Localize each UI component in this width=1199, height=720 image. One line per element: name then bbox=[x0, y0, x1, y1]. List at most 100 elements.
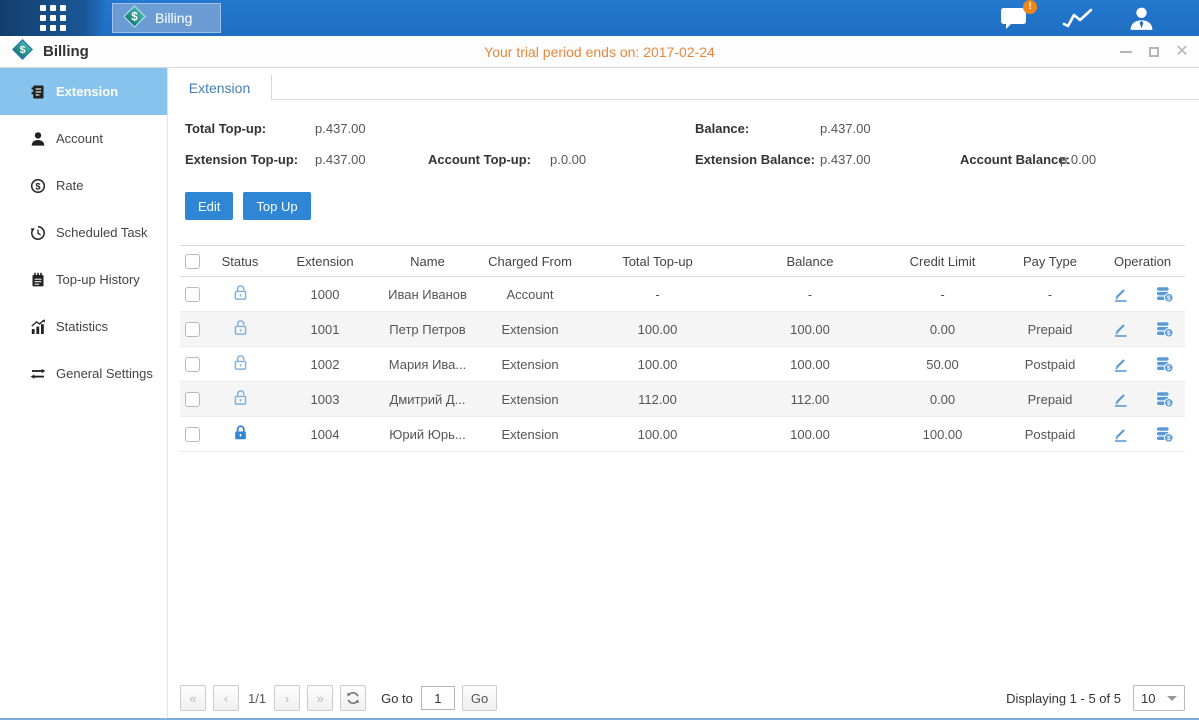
tab-extension[interactable]: Extension bbox=[168, 75, 272, 101]
edit-extension-button[interactable] bbox=[1112, 391, 1129, 408]
lock-icon bbox=[232, 424, 249, 441]
cell-balance: 112.00 bbox=[735, 382, 885, 417]
svg-text:$: $ bbox=[1166, 435, 1170, 442]
billing-app-window: $ Billing ! bbox=[0, 0, 1199, 720]
status-locked-icon[interactable] bbox=[232, 424, 249, 441]
select-all-checkbox[interactable] bbox=[185, 254, 200, 269]
edit-extension-button[interactable] bbox=[1112, 286, 1129, 303]
messages-button[interactable]: ! bbox=[1000, 6, 1028, 31]
topup-extension-button[interactable]: $ bbox=[1155, 391, 1174, 408]
top-up-button[interactable]: Top Up bbox=[243, 192, 310, 220]
minimize-button[interactable] bbox=[1119, 45, 1133, 59]
topup-extension-button[interactable]: $ bbox=[1155, 426, 1174, 443]
page-size-value: 10 bbox=[1141, 691, 1155, 706]
col-operation: Operation bbox=[1100, 246, 1185, 277]
table-header-row: Status Extension Name Charged From Total… bbox=[180, 246, 1185, 277]
next-page-button[interactable]: › bbox=[274, 685, 300, 711]
status-unlocked-icon[interactable] bbox=[232, 354, 249, 371]
row-checkbox[interactable] bbox=[185, 322, 200, 337]
cell-charged-from: Extension bbox=[480, 417, 580, 452]
sidebar-item-account[interactable]: Account bbox=[0, 115, 167, 162]
cell-total-topup: 100.00 bbox=[580, 347, 735, 382]
cell-extension: 1002 bbox=[275, 347, 375, 382]
row-checkbox[interactable] bbox=[185, 392, 200, 407]
sidebar-item-extension[interactable]: Extension bbox=[0, 68, 167, 115]
edit-extension-button[interactable] bbox=[1112, 321, 1129, 338]
sidebar-item-label: Top-up History bbox=[56, 272, 140, 287]
sidebar-item-statistics[interactable]: Statistics bbox=[0, 303, 167, 350]
svg-text:$: $ bbox=[1166, 330, 1170, 337]
cell-credit-limit: 0.00 bbox=[885, 382, 1000, 417]
sidebar-item-rate[interactable]: $ Rate bbox=[0, 162, 167, 209]
col-charged-from: Charged From bbox=[480, 246, 580, 277]
refresh-icon bbox=[346, 691, 360, 705]
svg-text:$: $ bbox=[1166, 400, 1170, 407]
sliders-icon bbox=[29, 366, 46, 382]
sidebar-item-label: Account bbox=[56, 131, 103, 146]
maximize-button[interactable] bbox=[1147, 45, 1161, 59]
table-row: 1003Дмитрий Д...Extension112.00112.000.0… bbox=[180, 382, 1185, 417]
cell-credit-limit: - bbox=[885, 277, 1000, 312]
displaying-text: Displaying 1 - 5 of 5 bbox=[1006, 691, 1121, 706]
sidebar-item-scheduled-task[interactable]: Scheduled Task bbox=[0, 209, 167, 256]
refresh-button[interactable] bbox=[340, 685, 366, 711]
topup-coins-icon: $ bbox=[1155, 391, 1174, 408]
unlock-icon bbox=[232, 354, 249, 371]
resource-monitor-button[interactable] bbox=[1062, 7, 1094, 30]
extension-balance-value: p.437.00 bbox=[820, 152, 871, 167]
sidebar-item-label: Rate bbox=[56, 178, 83, 193]
cell-extension: 1004 bbox=[275, 417, 375, 452]
cell-total-topup: 112.00 bbox=[580, 382, 735, 417]
window-title: Billing bbox=[43, 43, 89, 60]
cell-balance: 100.00 bbox=[735, 347, 885, 382]
first-page-button[interactable]: « bbox=[180, 685, 206, 711]
cell-extension: 1001 bbox=[275, 312, 375, 347]
taskbar-tab-label: Billing bbox=[155, 10, 192, 26]
sidebar-item-general-settings[interactable]: General Settings bbox=[0, 350, 167, 397]
status-unlocked-icon[interactable] bbox=[232, 319, 249, 336]
sidebar-item-label: Extension bbox=[56, 84, 118, 99]
status-unlocked-icon[interactable] bbox=[232, 389, 249, 406]
go-button[interactable]: Go bbox=[462, 685, 497, 711]
cell-credit-limit: 50.00 bbox=[885, 347, 1000, 382]
page-size-select[interactable]: 10 bbox=[1133, 685, 1185, 711]
last-page-button[interactable]: » bbox=[307, 685, 333, 711]
app-launcher-button[interactable] bbox=[0, 0, 106, 36]
cell-charged-from: Extension bbox=[480, 382, 580, 417]
status-unlocked-icon[interactable] bbox=[232, 284, 249, 301]
cell-pay-type: - bbox=[1000, 277, 1100, 312]
edit-button[interactable]: Edit bbox=[185, 192, 233, 220]
col-total-topup: Total Top-up bbox=[580, 246, 735, 277]
prev-page-button[interactable]: ‹ bbox=[213, 685, 239, 711]
topup-extension-button[interactable]: $ bbox=[1155, 321, 1174, 338]
account-balance-label: Account Balance: bbox=[960, 152, 1070, 167]
taskbar-tab-billing[interactable]: $ Billing bbox=[112, 3, 221, 33]
balance-value: p.437.00 bbox=[820, 121, 871, 136]
edit-icon bbox=[1112, 321, 1129, 338]
row-checkbox[interactable] bbox=[185, 357, 200, 372]
row-checkbox[interactable] bbox=[185, 287, 200, 302]
user-account-button[interactable] bbox=[1128, 5, 1155, 32]
page-indicator: 1/1 bbox=[248, 691, 266, 706]
cell-name: Петр Петров bbox=[375, 312, 480, 347]
sidebar-item-label: Statistics bbox=[56, 319, 108, 334]
topup-extension-button[interactable]: $ bbox=[1155, 286, 1174, 303]
sidebar-item-topup-history[interactable]: Top-up History bbox=[0, 256, 167, 303]
top-bar: $ Billing ! bbox=[0, 0, 1199, 36]
cell-pay-type: Prepaid bbox=[1000, 312, 1100, 347]
topup-extension-button[interactable]: $ bbox=[1155, 356, 1174, 373]
edit-extension-button[interactable] bbox=[1112, 426, 1129, 443]
clock-history-icon bbox=[29, 225, 46, 241]
main-content: Extension Total Top-up: p.437.00 Balance… bbox=[168, 68, 1199, 718]
close-button[interactable]: ✕ bbox=[1175, 45, 1189, 59]
edit-extension-button[interactable] bbox=[1112, 356, 1129, 373]
cell-credit-limit: 0.00 bbox=[885, 312, 1000, 347]
goto-page-input[interactable] bbox=[421, 686, 455, 710]
cell-total-topup: - bbox=[580, 277, 735, 312]
svg-text:$: $ bbox=[20, 44, 26, 56]
summary-panel: Total Top-up: p.437.00 Balance: p.437.00… bbox=[168, 100, 1199, 192]
svg-text:$: $ bbox=[1166, 365, 1170, 372]
row-checkbox[interactable] bbox=[185, 427, 200, 442]
cell-balance: - bbox=[735, 277, 885, 312]
ledger-icon bbox=[29, 272, 46, 288]
